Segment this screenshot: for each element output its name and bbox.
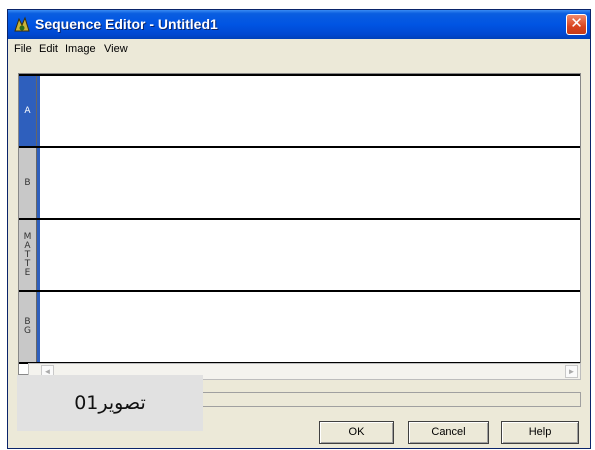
menu-bar: File Edit Image View [8, 39, 590, 59]
menu-edit[interactable]: Edit [39, 43, 58, 55]
menu-image[interactable]: Image [65, 43, 96, 55]
track-a[interactable]: A [19, 76, 580, 148]
track-edge [37, 148, 40, 218]
cancel-button[interactable]: Cancel [408, 421, 489, 444]
track-label-matte[interactable]: M A T T E [19, 220, 37, 290]
track-label-bg[interactable]: B G [19, 292, 37, 362]
track-matte[interactable]: M A T T E [19, 220, 580, 292]
ok-button[interactable]: OK [319, 421, 394, 444]
track-editor: A B M A T T E B G [18, 73, 581, 375]
track-label-b[interactable]: B [19, 148, 37, 218]
menu-file[interactable]: File [14, 43, 32, 55]
track-edge [37, 76, 40, 146]
scroll-right-arrow-icon[interactable]: ► [565, 365, 578, 378]
window-title: Sequence Editor - Untitled1 [35, 16, 218, 32]
track-label-text: B [24, 177, 31, 188]
close-button[interactable]: ✕ [566, 14, 587, 35]
track-edge [37, 220, 40, 290]
menu-view[interactable]: View [104, 43, 128, 55]
help-button[interactable]: Help [501, 421, 579, 444]
status-bar [198, 392, 581, 407]
title-bar[interactable]: Sequence Editor - Untitled1 ✕ [8, 10, 590, 39]
app-icon [14, 16, 30, 32]
track-b[interactable]: B [19, 148, 580, 220]
track-label-text: M A T T E [23, 231, 32, 278]
track-label-text: B G [24, 317, 31, 336]
track-bg[interactable]: B G [19, 292, 580, 364]
image-caption-watermark: تصویر01 [17, 375, 203, 431]
track-label-a[interactable]: A [19, 76, 37, 146]
track-edge [37, 292, 40, 362]
watermark-text: تصویر01 [74, 392, 146, 414]
track-label-text: A [24, 105, 31, 116]
